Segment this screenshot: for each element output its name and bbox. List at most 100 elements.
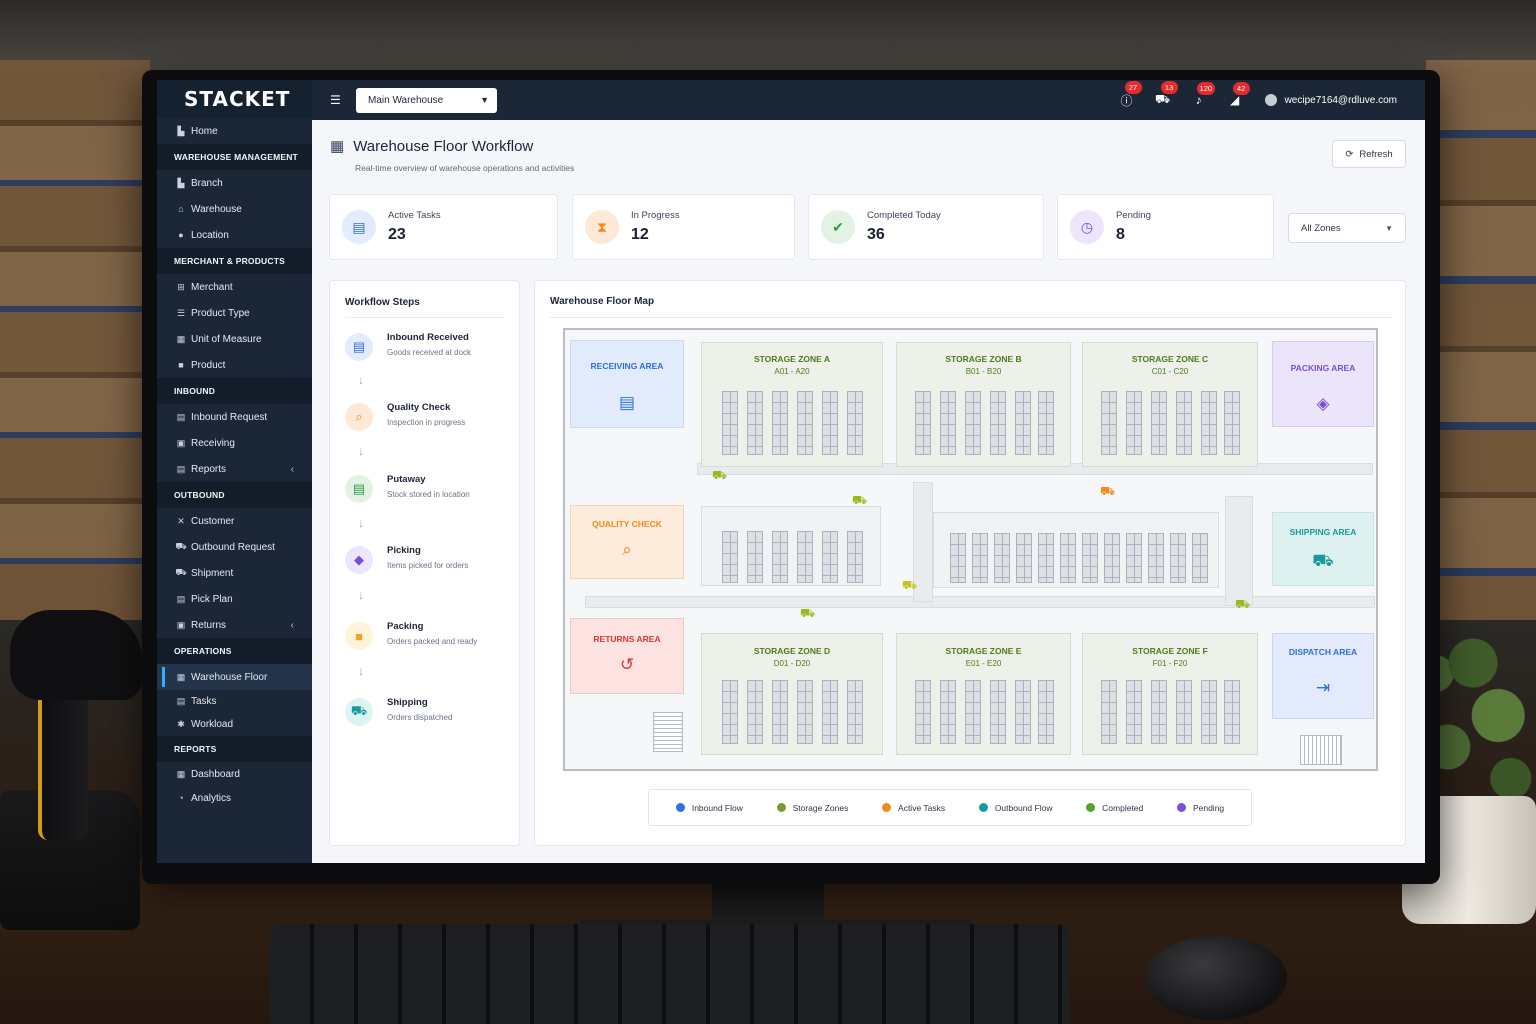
document-icon: ▤ xyxy=(176,411,186,422)
megaphone-icon[interactable]: ◢ 42 xyxy=(1217,82,1253,107)
rack xyxy=(1176,391,1192,455)
legend-swatch xyxy=(882,803,892,812)
rack xyxy=(847,680,863,744)
refresh-button[interactable]: ⟳ Refresh xyxy=(1332,140,1406,168)
cart-icon[interactable]: ⛟ 13 xyxy=(1145,81,1181,108)
returns-area[interactable]: RETURNS AREA ↺ xyxy=(570,618,684,694)
workflow-step-picking[interactable]: ◆ Picking Items picked for orders xyxy=(345,545,468,574)
keyboard xyxy=(270,924,1070,1024)
sidebar-item-inbound-request[interactable]: ▤ Inbound Request xyxy=(157,404,312,430)
clock-icon: ◷ xyxy=(1070,210,1104,244)
zones-select[interactable]: All Zones ▼ xyxy=(1288,213,1406,243)
dispatch-area[interactable]: DISPATCH AREA ⇥ xyxy=(1272,633,1374,719)
sidebar-item-product[interactable]: ■ Product xyxy=(157,352,312,378)
hamburger-menu-icon[interactable]: ☰ xyxy=(330,93,342,107)
sidebar-item-dashboard[interactable]: ▦ Dashboard xyxy=(157,762,312,786)
branch-icon: ▙ xyxy=(177,177,185,188)
rack xyxy=(1104,533,1120,583)
workflow-step-shipping[interactable]: ⛟ Shipping Orders dispatched xyxy=(345,697,452,726)
check-circle-icon: ✔ xyxy=(821,210,855,244)
workflow-steps-panel: Workflow Steps ▤ Inbound Received Goods r… xyxy=(329,280,520,846)
legend-swatch xyxy=(675,803,685,812)
storage-zone-e[interactable]: STORAGE ZONE E E01 - E20 xyxy=(896,633,1071,755)
magnifier-icon: ⌕ xyxy=(345,403,373,431)
quality-check-area[interactable]: QUALITY CHECK ⌕ xyxy=(570,505,684,579)
sidebar-item-inbound-reports[interactable]: ▤ Reports ‹ xyxy=(157,456,312,482)
storage-zone-f[interactable]: STORAGE ZONE F F01 - F20 xyxy=(1082,633,1258,755)
storage-zone-c[interactable]: STORAGE ZONE C C01 - C20 xyxy=(1082,342,1258,467)
forklift-icon[interactable]: ⛟ xyxy=(1100,484,1115,500)
rack xyxy=(1176,680,1192,744)
page-title-row: ▦ Warehouse Floor Workflow xyxy=(330,137,533,156)
storage-zone-b[interactable]: STORAGE ZONE B B01 - B20 xyxy=(896,342,1071,467)
topbar: ☰ Main Warehouse ▼ ⓘ 27 ⛟ 13 ♪ 120 ◢ 42 weci… xyxy=(312,80,1425,120)
alert-icon[interactable]: ⓘ 27 xyxy=(1109,80,1145,109)
warehouse-select[interactable]: Main Warehouse ▼ xyxy=(356,87,497,113)
page-subtitle: Real-time overview of warehouse operatio… xyxy=(355,163,575,173)
legend-item: Inbound Flow xyxy=(675,803,743,813)
rack xyxy=(950,533,966,583)
workflow-step-putaway[interactable]: ▤ Putaway Stock stored in location xyxy=(345,474,470,503)
arrow-down-icon: ↓ xyxy=(358,373,364,387)
rack xyxy=(1038,680,1054,744)
forklift-icon[interactable]: ⛟ xyxy=(902,578,917,594)
sidebar-item-warehouse-floor[interactable]: ▦ Warehouse Floor xyxy=(157,664,312,690)
packing-area[interactable]: PACKING AREA ◈ xyxy=(1272,341,1374,427)
file-icon: ▤ xyxy=(345,475,373,503)
nav-group-merchant-products: MERCHANT & PRODUCTS xyxy=(157,248,312,274)
document-icon: ▤ xyxy=(345,333,373,361)
nav-group-warehouse-management: WAREHOUSE MANAGEMENT xyxy=(157,144,312,170)
sidebar-item-warehouse[interactable]: ⌂ Warehouse xyxy=(157,196,312,222)
sidebar-item-pick-plan[interactable]: ▤ Pick Plan xyxy=(157,586,312,612)
sidebar-item-merchant[interactable]: ⊞ Merchant xyxy=(157,274,312,300)
sidebar-item-tasks[interactable]: ▤ Tasks xyxy=(157,690,312,713)
sidebar-item-workload[interactable]: ✱ Workload xyxy=(157,713,312,736)
sidebar-item-receiving[interactable]: ▣ Receiving xyxy=(157,430,312,456)
report-icon: ▤ xyxy=(176,463,186,474)
shipping-area[interactable]: SHIPPING AREA ⛟ xyxy=(1272,512,1374,586)
legend-item: Pending xyxy=(1176,803,1224,813)
arrow-down-icon: ↓ xyxy=(358,516,364,530)
sidebar-item-product-type[interactable]: ☰ Product Type xyxy=(157,300,312,326)
rack xyxy=(797,531,813,583)
receiving-area[interactable]: RECEIVING AREA ▤ xyxy=(570,340,684,428)
bell-icon[interactable]: ♪ 120 xyxy=(1181,82,1217,107)
grid-icon: ▦ xyxy=(330,138,345,155)
sidebar-item-location[interactable]: ● Location xyxy=(157,222,312,248)
sidebar-item-outbound-request[interactable]: ⛟ Outbound Request xyxy=(157,534,312,560)
sidebar-item-returns[interactable]: ▣ Returns ‹ xyxy=(157,612,312,638)
forklift-icon[interactable]: ⛟ xyxy=(712,468,727,484)
storage-zone-d[interactable]: STORAGE ZONE D D01 - D20 xyxy=(701,633,883,755)
notification-badge: 42 xyxy=(1232,82,1250,95)
chevron-down-icon: ▼ xyxy=(1385,223,1393,233)
ruler-icon: ▦ xyxy=(176,333,186,344)
rack xyxy=(1082,533,1098,583)
sidebar-item-analytics[interactable]: ◔ Analytics xyxy=(157,786,312,810)
sidebar-item-branch[interactable]: ▙ Branch xyxy=(157,170,312,196)
user-menu[interactable]: wecipe7164@rdluve.com xyxy=(1264,94,1397,106)
rack xyxy=(1126,391,1142,455)
sidebar-item-unit-of-measure[interactable]: ▦ Unit of Measure xyxy=(157,326,312,352)
forklift-icon[interactable]: ⛟ xyxy=(1235,597,1250,613)
sidebar-item-customer[interactable]: ✕ Customer xyxy=(157,508,312,534)
forklift-icon[interactable]: ⛟ xyxy=(852,493,867,509)
nav-group-inbound: INBOUND xyxy=(157,378,312,404)
legend-item: Active Tasks xyxy=(882,803,945,813)
rack xyxy=(1192,533,1208,583)
legend-swatch xyxy=(776,803,786,812)
forklift-icon[interactable]: ⛟ xyxy=(800,606,815,622)
arrow-down-icon: ↓ xyxy=(358,664,364,678)
workflow-step-inbound[interactable]: ▤ Inbound Received Goods received at dock xyxy=(345,332,471,361)
stat-card-pending: ◷ Pending 8 xyxy=(1057,194,1274,260)
merchant-icon: ⊞ xyxy=(177,281,185,292)
rack xyxy=(1201,680,1217,744)
check-circle-icon xyxy=(1176,803,1186,812)
sidebar-item-home[interactable]: ▙ Home xyxy=(157,118,312,144)
storage-zone-a[interactable]: STORAGE ZONE A A01 - A20 xyxy=(701,342,883,467)
analytics-icon: ◔ xyxy=(178,793,184,803)
workflow-step-packing[interactable]: ■ Packing Orders packed and ready xyxy=(345,621,477,650)
workflow-step-quality-check[interactable]: ⌕ Quality Check Inspection in progress xyxy=(345,402,465,431)
rack xyxy=(847,531,863,583)
sidebar-item-shipment[interactable]: ⛟ Shipment xyxy=(157,560,312,586)
rack xyxy=(1101,391,1117,455)
